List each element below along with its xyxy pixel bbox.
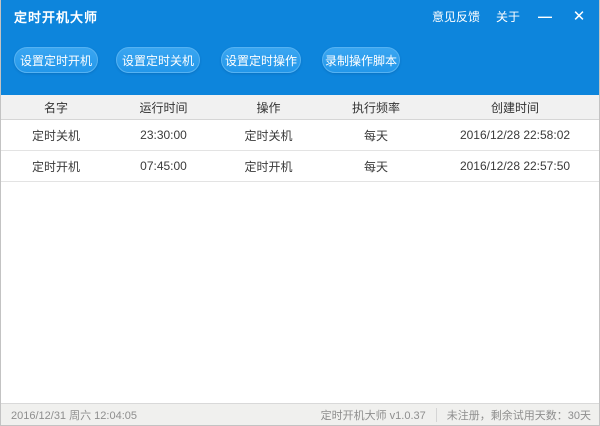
column-header-frequency: 执行频率 — [351, 100, 400, 115]
column-header-run-time: 运行时间 — [139, 100, 188, 115]
cell-created: 2016/12/28 22:58:02 — [459, 128, 571, 142]
table-row[interactable]: 定时关机 23:30:00 定时关机 每天 2016/12/28 22:58:0… — [1, 120, 599, 151]
cell-frequency: 每天 — [363, 128, 388, 143]
status-app-version: 定时开机大师 v1.0.37 — [320, 409, 426, 422]
empty-list-area — [1, 182, 599, 403]
title-bar[interactable]: 定时开机大师 意见反馈 关于 — ✕ — [1, 0, 599, 32]
close-button[interactable]: ✕ — [570, 7, 588, 25]
feedback-link[interactable]: 意见反馈 — [432, 8, 480, 25]
set-power-on-button[interactable]: 设置定时开机 — [14, 47, 98, 73]
cell-frequency: 每天 — [363, 159, 388, 174]
table-header: 名字 运行时间 操作 执行频率 创建时间 — [1, 95, 599, 120]
column-header-created: 创建时间 — [490, 100, 539, 115]
set-operation-button[interactable]: 设置定时操作 — [221, 47, 301, 73]
cell-run-time: 07:45:00 — [140, 159, 187, 173]
top-blue-area: 定时开机大师 意见反馈 关于 — ✕ 设置定时开机 设置定时关机 设置定时操作 … — [1, 0, 599, 95]
close-icon: ✕ — [572, 8, 586, 25]
column-header-operation: 操作 — [256, 100, 281, 115]
status-registration: 未注册，剩余试用天数：30天 — [446, 409, 591, 422]
app-title: 定时开机大师 — [14, 9, 99, 25]
record-script-button[interactable]: 录制操作脚本 — [322, 47, 400, 73]
toolbar: 设置定时开机 设置定时关机 设置定时操作 录制操作脚本 — [1, 32, 599, 95]
cell-created: 2016/12/28 22:57:50 — [459, 159, 571, 173]
set-power-off-button[interactable]: 设置定时关机 — [116, 47, 200, 73]
cell-run-time: 23:30:00 — [140, 128, 187, 142]
minimize-icon: — — [538, 8, 552, 24]
cell-name: 定时开机 — [31, 159, 80, 174]
status-right-group: 定时开机大师 v1.0.37 未注册，剩余试用天数：30天 — [321, 407, 591, 423]
status-divider — [435, 407, 437, 422]
table-row[interactable]: 定时开机 07:45:00 定时开机 每天 2016/12/28 22:57:5… — [1, 151, 599, 182]
cell-operation: 定时开机 — [244, 159, 293, 174]
status-bar: 2016/12/31 周六 12:04:05 定时开机大师 v1.0.37 未注… — [1, 403, 599, 425]
status-datetime: 2016/12/31 周六 12:04:05 — [11, 409, 137, 422]
titlebar-actions: 意见反馈 关于 — ✕ — [432, 7, 588, 25]
app-window: 定时开机大师 意见反馈 关于 — ✕ 设置定时开机 设置定时关机 设置定时操作 … — [0, 0, 600, 426]
cell-operation: 定时关机 — [244, 128, 293, 143]
minimize-button[interactable]: — — [536, 7, 554, 25]
cell-name: 定时关机 — [31, 128, 80, 143]
about-link[interactable]: 关于 — [496, 8, 520, 25]
column-header-name: 名字 — [43, 100, 68, 115]
